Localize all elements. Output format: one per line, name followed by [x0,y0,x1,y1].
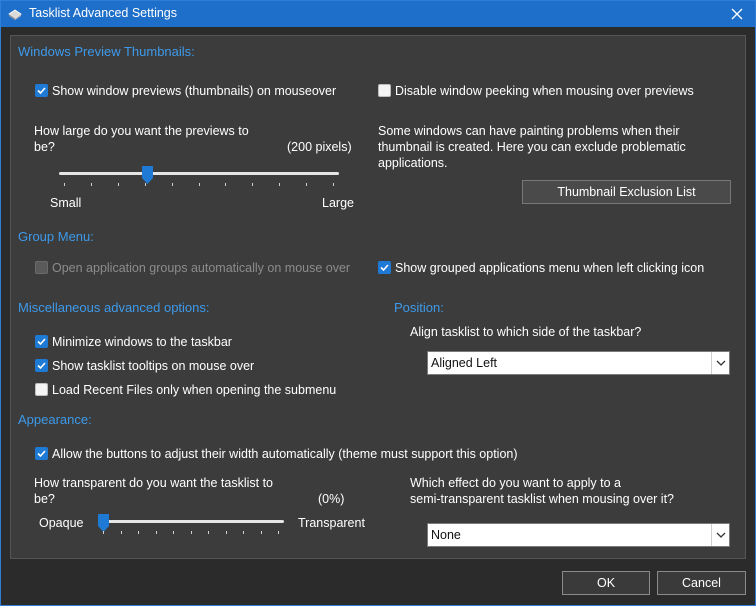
disable-peek-label: Disable window peeking when mousing over… [395,84,694,98]
slider-tick [198,183,200,186]
transparency-min-label: Opaque [39,516,84,530]
position-question: Align tasklist to which side of the task… [410,325,642,339]
tooltips-label: Show tasklist tooltips on mouse over [52,359,255,373]
checkbox-unchecked-icon[interactable] [378,84,391,97]
effect-selected: None [431,528,461,542]
checkbox-unchecked-icon[interactable] [35,383,48,396]
slider-tick [225,183,227,186]
slider-tick [306,183,308,186]
app-icon [7,6,23,22]
checkbox-checked-icon[interactable] [35,335,48,348]
section-heading-appearance: Appearance: [18,412,92,427]
slider-tick [138,531,139,534]
slider-tick [260,531,262,534]
cancel-button[interactable]: Cancel [657,571,746,595]
size-value: (200 pixels) [287,140,352,154]
chevron-down-icon[interactable] [711,524,729,546]
slider-thumb[interactable] [142,166,154,184]
slider-tick [278,531,279,534]
exclusion-text-1: Some windows can have painting problems … [378,124,680,138]
title-bar[interactable]: Tasklist Advanced Settings [1,1,755,27]
open-groups-checkbox[interactable]: Open application groups automatically on… [35,261,350,275]
transparency-question-cont: be? [34,492,55,506]
checkbox-checked-icon[interactable] [35,359,48,372]
slider-tick [252,183,254,186]
settings-panel: Windows Preview Thumbnails: Show window … [10,35,746,559]
slider-tick [243,531,244,534]
auto-width-checkbox[interactable]: Allow the buttons to adjust their width … [35,447,518,461]
minimize-checkbox[interactable]: Minimize windows to the taskbar [35,335,232,349]
show-previews-label: Show window previews (thumbnails) on mou… [52,84,337,98]
checkbox-checked-icon[interactable] [35,84,48,97]
disable-peek-checkbox[interactable]: Disable window peeking when mousing over… [378,84,694,98]
checkbox-checked-icon[interactable] [35,447,48,460]
position-dropdown[interactable]: Aligned Left [427,351,730,375]
ok-button[interactable]: OK [562,571,650,595]
effect-question-cont: semi-transparent tasklist when mousing o… [410,492,675,506]
slider-tick [117,183,119,186]
show-grouped-label: Show grouped applications menu when left… [395,261,705,275]
open-groups-label: Open application groups automatically on… [52,261,351,275]
slider-track [59,172,339,175]
effect-question: Which effect do you want to apply to a [410,476,622,490]
slider-tick [190,531,192,534]
section-heading-thumbnails: Windows Preview Thumbnails: [18,44,195,59]
slider-tick [144,183,146,186]
show-previews-checkbox[interactable]: Show window previews (thumbnails) on mou… [35,84,336,98]
size-question-cont: be? [34,140,55,154]
section-heading-misc: Miscellaneous advanced options: [18,300,210,315]
exclusion-text-3: applications. [378,156,448,170]
slider-thumb[interactable] [98,514,109,532]
slider-tick [120,531,122,534]
slider-tick [90,183,92,186]
section-heading-group-menu: Group Menu: [18,229,94,244]
transparency-max-label: Transparent [298,516,365,530]
chevron-down-icon[interactable] [711,352,729,374]
show-grouped-checkbox[interactable]: Show grouped applications menu when left… [378,261,704,275]
position-selected: Aligned Left [431,356,498,370]
tooltips-checkbox[interactable]: Show tasklist tooltips on mouse over [35,359,254,373]
auto-width-label: Allow the buttons to adjust their width … [52,447,518,461]
slider-tick [103,531,104,534]
slider-tick [173,531,174,534]
slider-tick [155,531,157,534]
recent-files-checkbox[interactable]: Load Recent Files only when opening the … [35,383,336,397]
effect-dropdown[interactable]: None [427,523,730,547]
checkbox-disabled-icon[interactable] [35,261,48,274]
size-max-label: Large [322,196,354,210]
slider-tick [333,183,334,186]
size-min-label: Small [50,196,82,210]
minimize-label: Minimize windows to the taskbar [52,335,232,349]
slider-tick [279,183,281,186]
thumbnail-exclusion-button[interactable]: Thumbnail Exclusion List [522,180,731,204]
close-icon[interactable] [719,1,755,27]
settings-window: Tasklist Advanced Settings Windows Previ… [0,0,756,606]
slider-tick [208,531,209,534]
window-title: Tasklist Advanced Settings [29,6,177,20]
slider-tick [64,183,65,186]
slider-tick [171,183,173,186]
slider-track [98,520,284,523]
transparency-slider[interactable] [98,514,284,538]
exclusion-text-2: thumbnail is created. Here you can exclu… [378,140,686,154]
section-heading-position: Position: [394,300,444,315]
transparency-value: (0%) [318,492,345,506]
transparency-question: How transparent do you want the tasklist… [34,476,274,490]
slider-tick [225,531,227,534]
preview-size-slider[interactable] [59,166,339,190]
checkbox-checked-icon[interactable] [378,261,391,274]
size-question: How large do you want the previews to [34,124,249,138]
recent-files-label: Load Recent Files only when opening the … [52,383,337,397]
